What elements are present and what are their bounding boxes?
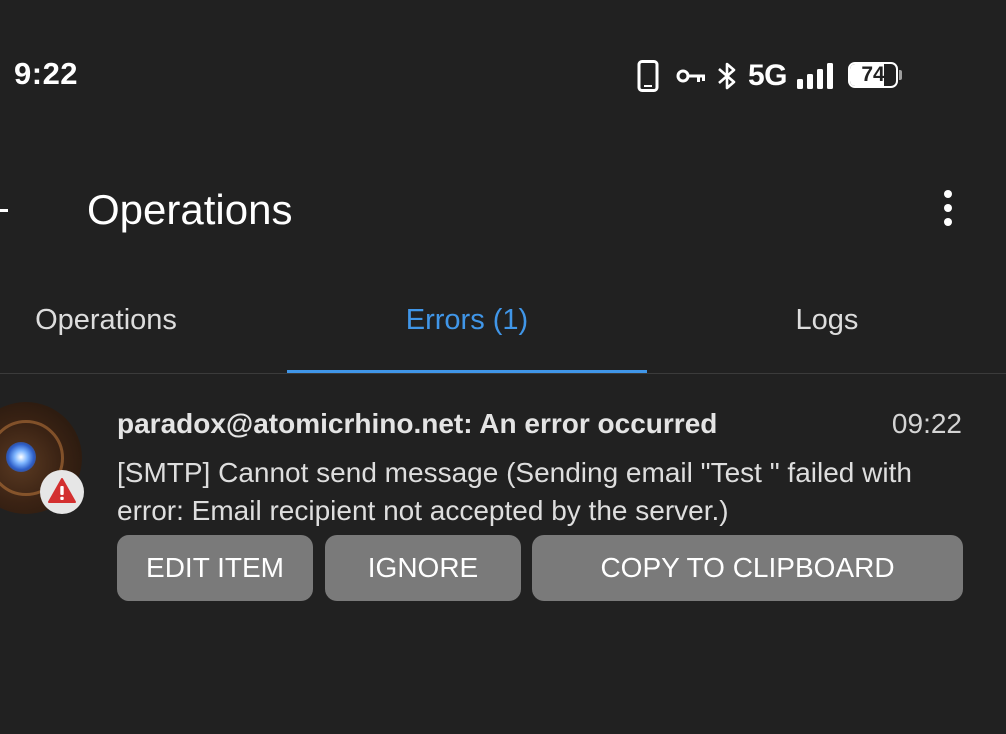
phone-icon [637,60,659,92]
status-icons: 5G 74 [637,58,903,94]
tab-errors[interactable]: Errors (1) [287,280,647,372]
tab-bar: Operations Errors (1) Logs [0,280,1006,374]
edit-item-button[interactable]: EDIT ITEM [117,535,313,601]
app-bar: Operations [0,160,1006,260]
screen: 9:22 5G 74 Operations Operations Errors … [0,0,1006,734]
error-title: paradox@atomicrhino.net: An error occurr… [117,408,718,439]
vpn-key-icon [676,67,706,85]
error-message: [SMTP] Cannot send message (Sending emai… [117,457,912,526]
status-time: 9:22 [14,56,79,91]
tab-indicator [287,370,647,373]
error-time: 09:22 [891,408,962,439]
page-title: Operations [87,186,293,233]
bluetooth-icon [716,61,738,91]
copy-to-clipboard-button[interactable]: COPY TO CLIPBOARD [532,535,963,601]
battery-level: 74 [861,63,885,86]
network-type: 5G [748,59,788,92]
warning-icon [40,470,84,514]
signal-icon [797,63,835,89]
back-arrow-icon[interactable] [0,198,8,224]
error-list-item[interactable]: paradox@atomicrhino.net: An error occurr… [0,374,1006,634]
more-vert-icon[interactable] [932,186,964,230]
tab-logs[interactable]: Logs [647,280,1006,372]
battery-icon: 74 [848,62,903,90]
battery-tip [899,70,903,80]
tab-operations[interactable]: Operations [0,280,286,372]
status-bar: 9:22 5G 74 [0,0,1006,150]
ignore-button[interactable]: IGNORE [325,535,521,601]
